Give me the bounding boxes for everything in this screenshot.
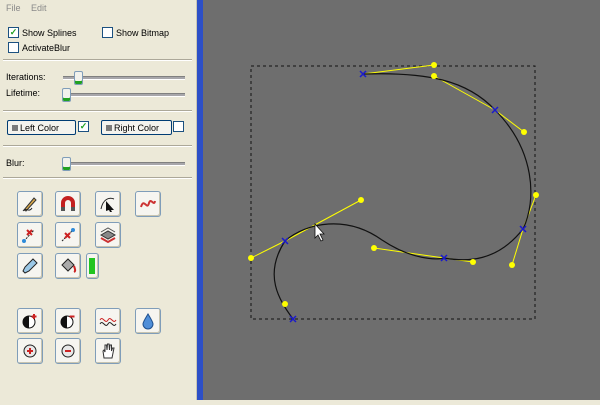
contrast-plus-icon (22, 314, 37, 329)
squiggle-icon (140, 200, 156, 208)
left-color-checkbox[interactable]: ✓ (78, 121, 92, 133)
zoom-in-icon (23, 344, 37, 358)
knot-marker (491, 106, 499, 114)
wave-tool-button[interactable] (95, 308, 121, 334)
zoom-out-tool-button[interactable] (55, 338, 81, 364)
contrast-minus-tool-button[interactable] (55, 308, 81, 334)
magnet-icon (61, 196, 75, 211)
control-point (533, 192, 539, 198)
canvas-frame (197, 0, 203, 400)
blur-slider-track[interactable] (63, 162, 185, 166)
right-color-label: Right Color (114, 123, 160, 133)
divider (3, 59, 192, 61)
checkbox-box (102, 27, 113, 39)
pencil-tool-button[interactable] (17, 191, 43, 217)
show-splines-checkbox[interactable]: ✓ Show Splines (8, 27, 77, 39)
divider (3, 110, 192, 112)
show-bitmap-checkbox[interactable]: Show Bitmap (102, 27, 169, 39)
left-color-label: Left Color (20, 123, 60, 133)
pointer-curve-tool-button[interactable] (95, 191, 121, 217)
control-point (358, 197, 364, 203)
handle-line (494, 109, 525, 133)
activate-blur-checkbox[interactable]: ActivateBlur (8, 42, 70, 54)
lifetime-label: Lifetime: (6, 88, 41, 98)
layers-tool-button[interactable] (95, 222, 121, 248)
color-bar-icon (89, 258, 95, 274)
handle-line (511, 228, 524, 266)
control-point (431, 73, 437, 79)
show-bitmap-label: Show Bitmap (116, 28, 170, 38)
iterations-slider-thumb[interactable] (74, 71, 83, 85)
control-point (282, 301, 288, 307)
control-point (431, 62, 437, 68)
hand-tool-button[interactable] (95, 338, 121, 364)
node-left-tool-button[interactable] (17, 222, 43, 248)
eyedropper-tool-button[interactable] (17, 253, 43, 279)
menu-file[interactable]: File (6, 3, 21, 13)
spline-curve (273, 73, 532, 320)
show-splines-label: Show Splines (22, 28, 77, 38)
control-point (521, 129, 527, 135)
drop-tool-button[interactable] (135, 308, 161, 334)
wave-icon (99, 318, 117, 326)
checkbox-box: ✓ (78, 121, 89, 133)
knot-marker (281, 237, 289, 245)
blur-label: Blur: (6, 158, 25, 168)
pointer-curve-icon (100, 197, 115, 212)
spline-drawing (248, 62, 539, 323)
right-color-checkbox[interactable] (173, 121, 187, 133)
control-point (509, 262, 515, 268)
divider (3, 177, 192, 179)
pencil-icon (22, 197, 37, 212)
control-point (470, 259, 476, 265)
control-point (248, 255, 254, 261)
blur-slider-thumb[interactable] (62, 157, 71, 171)
eyedropper-icon (22, 258, 38, 274)
paint-bucket-tool-button[interactable] (55, 253, 81, 279)
drop-icon (142, 313, 154, 330)
node-right-tool-button[interactable] (55, 222, 81, 248)
node-left-icon (22, 229, 35, 243)
mouse-cursor-icon (314, 222, 325, 242)
lifetime-slider-thumb[interactable] (62, 88, 71, 102)
selection-bounding-box (250, 65, 536, 320)
checkbox-box: ✓ (8, 27, 19, 39)
activate-blur-label: ActivateBlur (22, 43, 71, 53)
layers-icon (99, 227, 117, 244)
knot-marker (519, 225, 527, 233)
contrast-minus-icon (60, 315, 75, 329)
squiggle-tool-button[interactable] (135, 191, 161, 217)
contrast-plus-tool-button[interactable] (17, 308, 43, 334)
checkbox-box (8, 42, 19, 54)
handle-line (284, 199, 362, 242)
magnet-tool-button[interactable] (55, 191, 81, 217)
color-swatch (12, 124, 18, 131)
zoom-out-icon (61, 344, 75, 358)
spline-canvas[interactable] (197, 0, 600, 400)
zoom-in-tool-button[interactable] (17, 338, 43, 364)
control-point (371, 245, 377, 251)
menu-edit[interactable]: Edit (31, 3, 47, 13)
node-right-icon (61, 228, 75, 242)
handle-line (433, 75, 496, 111)
hand-icon (102, 343, 115, 359)
color-swatch (106, 124, 112, 131)
paint-bucket-icon (61, 258, 77, 273)
divider (3, 145, 192, 147)
left-color-button[interactable]: Left Color (7, 120, 76, 135)
handle-line (373, 247, 445, 259)
control-panel: File Edit ✓ Show Splines Show Bitmap Acti… (0, 0, 197, 400)
menu-bar: File Edit (0, 0, 196, 16)
checkbox-box (173, 121, 184, 133)
right-color-button[interactable]: Right Color (101, 120, 172, 135)
color-bar-button[interactable] (86, 253, 99, 279)
lifetime-slider-track[interactable] (63, 93, 185, 97)
iterations-label: Iterations: (6, 72, 46, 82)
